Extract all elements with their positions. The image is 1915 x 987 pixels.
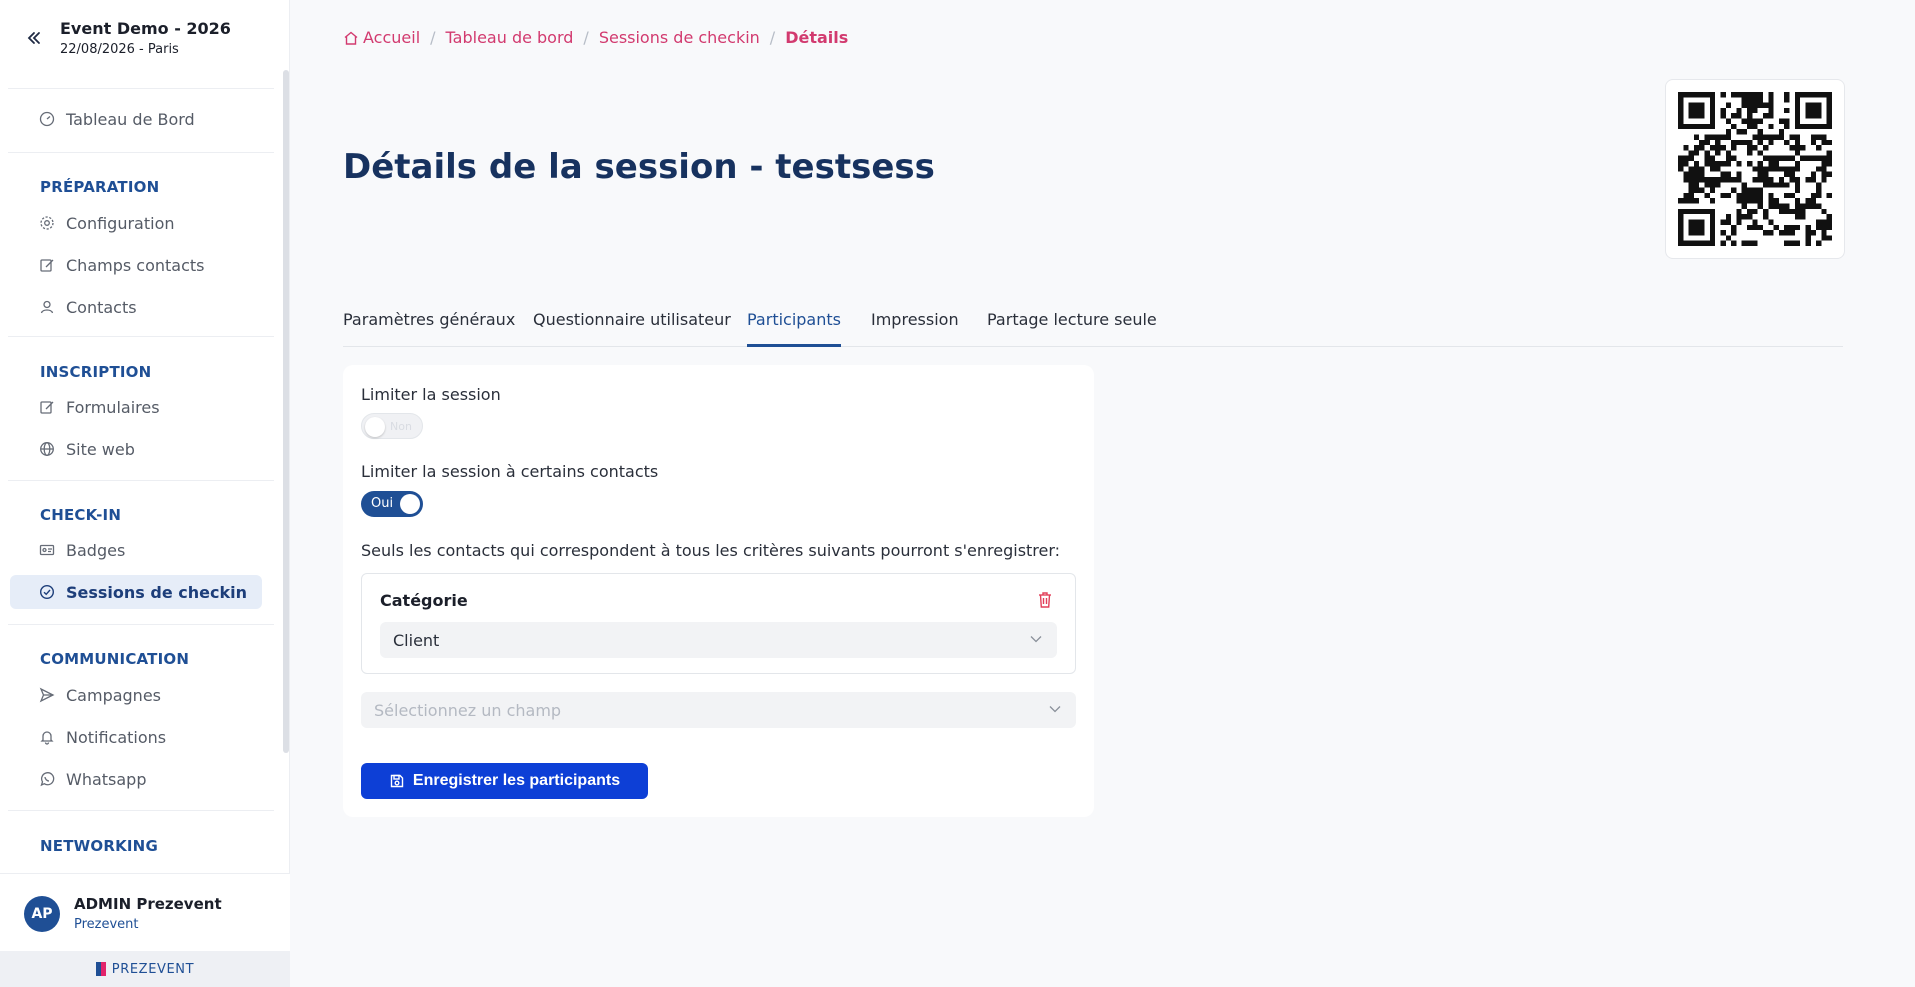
divider [8,336,274,337]
whatsapp-icon [38,770,56,788]
edit-icon [38,256,56,274]
edit-icon [38,398,56,416]
breadcrumb-separator: / [430,28,436,47]
home-icon [344,31,358,45]
participants-card: Limiter la session Non Limiter la sessio… [343,365,1094,817]
section-checkin: CHECK-IN [40,506,122,524]
breadcrumb-separator: / [583,28,589,47]
tab-partage-lecture-seule[interactable]: Partage lecture seule [987,310,1157,347]
gear-icon [38,214,56,232]
limit-session-label: Limiter la session [361,385,501,404]
sidebar-header: Event Demo - 2026 22/08/2026 - Paris [0,0,290,88]
breadcrumb-sessions[interactable]: Sessions de checkin [599,28,760,47]
sidebar-item-label: Tableau de Bord [66,109,195,129]
event-date-location: 22/08/2026 - Paris [60,42,179,57]
sidebar-item-label: Champs contacts [66,255,205,275]
sidebar-scrollbar[interactable] [283,70,289,753]
sidebar-item-label: Whatsapp [66,769,147,789]
limit-session-toggle[interactable]: Non [361,413,423,439]
avatar: AP [24,896,60,932]
sidebar-item-label: Notifications [66,727,167,747]
sidebar: Event Demo - 2026 22/08/2026 - Paris Tab… [0,0,290,987]
divider [8,480,274,481]
criterion-block: Catégorie Client [361,573,1076,674]
user-icon [38,298,56,316]
select-value: Client [393,630,440,650]
breadcrumb-dashboard[interactable]: Tableau de bord [446,28,574,47]
sidebar-item-label: Site web [66,439,135,459]
sidebar-item-whatsapp[interactable]: Whatsapp [10,762,262,796]
sidebar-item-notifications[interactable]: Notifications [10,720,262,754]
criterion-value-select[interactable]: Client [380,622,1057,658]
sidebar-item-champs-contacts[interactable]: Champs contacts [10,248,262,282]
sidebar-item-label: Sessions de checkin [66,582,247,602]
save-icon [390,774,404,788]
tab-questionnaire-utilisateur[interactable]: Questionnaire utilisateur [533,310,731,347]
chevron-down-icon [1049,706,1061,713]
sidebar-item-label: Badges [66,540,126,560]
section-inscription: INSCRIPTION [40,363,152,381]
field-select[interactable]: Sélectionnez un champ [361,692,1076,728]
collapse-sidebar-icon[interactable] [24,28,44,48]
limit-contacts-toggle[interactable]: Oui [361,491,423,517]
session-qr-code[interactable] [1665,79,1845,259]
toggle-text: Oui [371,496,394,511]
bell-icon [38,728,56,746]
toggle-text: Non [390,420,412,433]
event-title: Event Demo - 2026 [60,19,231,38]
sidebar-item-contacts[interactable]: Contacts [10,290,262,324]
sidebar-item-campagnes[interactable]: Campagnes [10,678,262,712]
check-circle-icon [38,583,56,601]
sidebar-item-badges[interactable]: Badges [10,533,262,567]
user-profile[interactable]: AP ADMIN Prezevent Prezevent [0,873,290,951]
sidebar-item-dashboard[interactable]: Tableau de Bord [10,102,262,136]
sidebar-nav: Tableau de Bord PRÉPARATION Configuratio… [0,88,290,873]
toggle-knob [365,417,385,437]
sidebar-item-configuration[interactable]: Configuration [10,206,262,240]
badge-card-icon [38,541,56,559]
sidebar-item-label: Campagnes [66,685,161,705]
tab-parametres-generaux[interactable]: Paramètres généraux [343,310,515,347]
brand-name: PREZEVENT [111,961,195,977]
chevron-down-icon [1030,636,1042,643]
divider [8,810,274,811]
page-title: Détails de la session - testsess [343,147,935,187]
criterion-title: Catégorie [380,591,468,610]
sidebar-item-label: Contacts [66,297,137,317]
divider [8,624,274,625]
prezevent-logo-icon [95,962,106,976]
tab-bar: Paramètres généraux Questionnaire utilis… [343,300,1843,347]
brand-footer: PREZEVENT [0,951,290,987]
tab-participants[interactable]: Participants [747,310,841,347]
divider [8,152,274,153]
user-organization: Prezevent [74,917,139,932]
limit-contacts-label: Limiter la session à certains contacts [361,462,659,481]
section-communication: COMMUNICATION [40,650,190,668]
save-button-label: Enregistrer les participants [412,772,621,789]
user-name: ADMIN Prezevent [74,895,222,913]
breadcrumb: Accueil / Tableau de bord / Sessions de … [343,28,848,47]
sidebar-item-label: Configuration [66,213,175,233]
breadcrumb-separator: / [769,28,776,47]
sidebar-item-sessions-checkin[interactable]: Sessions de checkin [10,575,262,609]
dashboard-gauge-icon [38,110,56,128]
criteria-intro: Seuls les contacts qui correspondent à t… [361,541,1061,560]
sidebar-item-formulaires[interactable]: Formulaires [10,390,262,424]
toggle-knob [400,494,420,514]
select-placeholder: Sélectionnez un champ [374,700,562,720]
qr-code-icon [1678,92,1832,246]
sidebar-item-site-web[interactable]: Site web [10,432,262,466]
trash-icon[interactable] [1037,591,1053,609]
save-participants-button[interactable]: Enregistrer les participants [361,763,648,799]
globe-icon [38,440,56,458]
breadcrumb-home[interactable]: Accueil [363,28,420,47]
breadcrumb-current: Détails [785,28,849,47]
section-networking: NETWORKING [40,837,158,855]
tab-impression[interactable]: Impression [871,310,959,347]
send-icon [38,686,56,704]
sidebar-item-label: Formulaires [66,397,160,417]
section-preparation: PRÉPARATION [40,178,160,196]
